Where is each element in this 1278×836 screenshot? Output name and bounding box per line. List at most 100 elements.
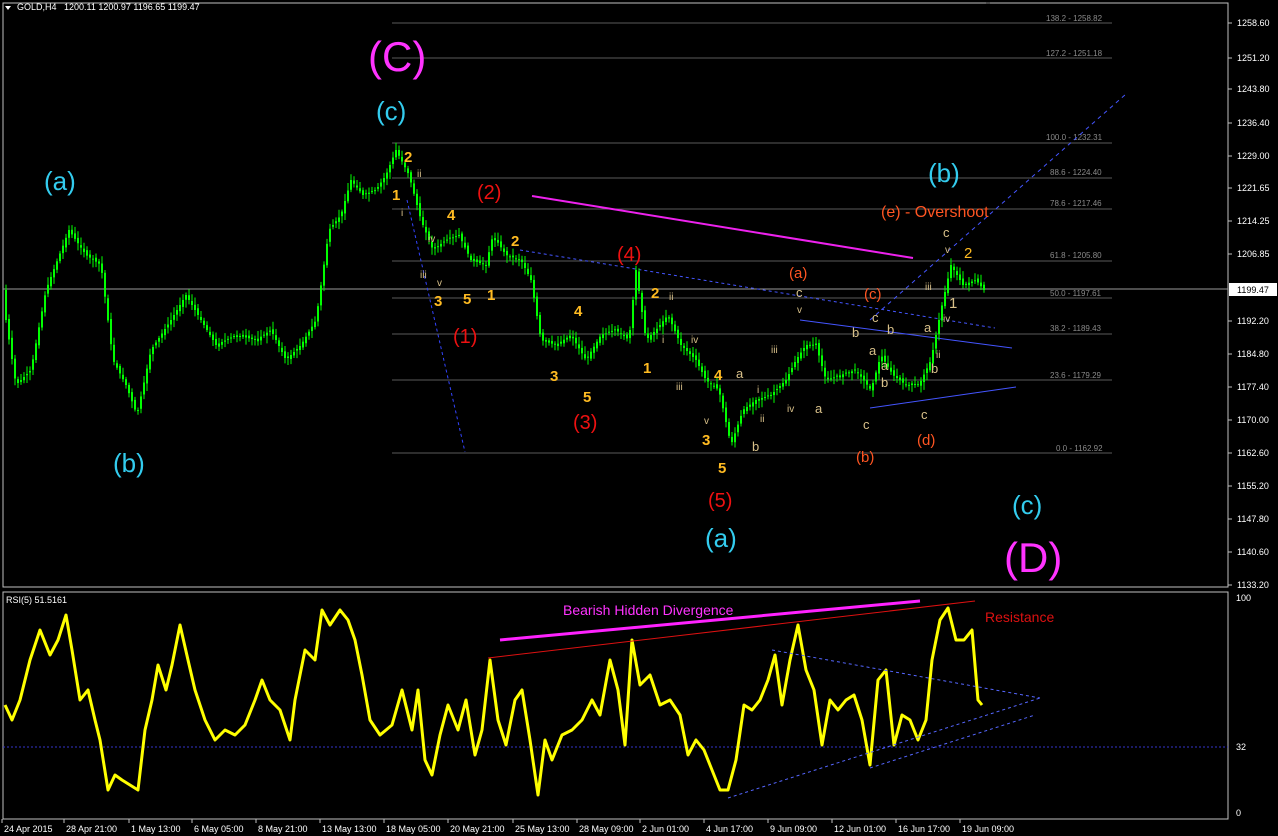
candle-body xyxy=(872,383,874,391)
candle-body xyxy=(299,346,301,351)
candle-body xyxy=(674,324,676,332)
candle-body xyxy=(587,356,589,358)
candle-body xyxy=(623,334,625,337)
wave-num: 4 xyxy=(714,367,723,384)
rsi-axis-100: 100 xyxy=(1236,593,1251,603)
wave-letter: c xyxy=(921,407,928,422)
candle-body xyxy=(452,237,454,239)
candle-body xyxy=(5,289,7,320)
candle-body xyxy=(209,331,211,335)
wave-orange-a: (a) xyxy=(789,265,807,282)
magenta-trendline[interactable] xyxy=(531,195,914,259)
candle-body xyxy=(971,281,973,284)
candle-body xyxy=(962,278,964,285)
candle-body xyxy=(296,349,298,351)
candle-body xyxy=(302,341,304,348)
wave-roman: ii xyxy=(669,292,673,303)
candle-body xyxy=(458,235,460,236)
fib-label-88: 88.6 - 1224.40 xyxy=(1050,168,1102,177)
candle-body xyxy=(842,374,844,378)
candle-body xyxy=(125,379,127,385)
candle-body xyxy=(857,372,859,374)
candle-body xyxy=(167,324,169,328)
wave-num: 5 xyxy=(463,291,471,308)
candle-body xyxy=(356,185,358,188)
candle-body xyxy=(170,320,172,325)
wave-cyan-a1: (a) xyxy=(44,166,76,196)
price-tick-label: 1251.20 xyxy=(1237,53,1270,63)
candle-body xyxy=(659,325,661,328)
triangle-lower-line[interactable] xyxy=(869,386,1017,409)
candle-body xyxy=(281,347,283,352)
candle-body xyxy=(839,375,841,378)
time-tick-label: 13 May 13:00 xyxy=(322,824,377,834)
candle-body xyxy=(812,344,814,346)
candle-body xyxy=(530,275,532,280)
price-tick-label: 1221.65 xyxy=(1237,183,1270,193)
fib-label-50: 50.0 - 1197.61 xyxy=(1050,289,1102,298)
candle-body xyxy=(29,371,31,373)
candle-body xyxy=(950,265,952,279)
price-tick-label: 1162.60 xyxy=(1237,448,1269,458)
candle-body xyxy=(293,352,295,356)
wave-letter: a xyxy=(736,366,744,381)
candle-body xyxy=(446,239,448,241)
wave-roman: iv xyxy=(787,404,794,415)
wave-red-3: (3) xyxy=(573,412,597,434)
wave-letter: a xyxy=(815,401,823,416)
candle-body xyxy=(824,367,826,377)
wave-roman: iv xyxy=(428,234,435,245)
candle-body xyxy=(260,336,262,341)
time-tick-label: 8 May 21:00 xyxy=(258,824,308,834)
candle-body xyxy=(38,327,40,346)
price-tick-label: 1155.20 xyxy=(1237,481,1269,491)
wave-roman: iii xyxy=(676,382,683,393)
candle-body xyxy=(926,368,928,374)
candle-body xyxy=(95,257,97,262)
candle-body xyxy=(665,317,667,322)
candle-body xyxy=(389,165,391,173)
candle-body xyxy=(617,328,619,332)
candle-body xyxy=(182,300,184,307)
candle-body xyxy=(470,255,472,260)
triangle-down-icon[interactable] xyxy=(5,6,11,10)
candle-body xyxy=(143,382,145,395)
candle-body xyxy=(590,351,592,359)
wave-roman: v xyxy=(437,278,442,289)
candle-body xyxy=(788,374,790,381)
candle-body xyxy=(845,372,847,374)
candle-body xyxy=(728,422,730,436)
candle-body xyxy=(707,377,709,382)
candle-body xyxy=(32,359,34,370)
wave-roman: iv xyxy=(691,335,698,346)
wave-letter: b xyxy=(881,375,888,390)
wave-cyan-b2: (b) xyxy=(928,158,960,188)
wave-num: 3 xyxy=(702,432,710,449)
candle-body xyxy=(935,335,937,349)
candle-body xyxy=(692,353,694,357)
candle-body xyxy=(47,284,49,294)
candle-body xyxy=(512,255,514,258)
candle-body xyxy=(635,270,637,300)
candle-body xyxy=(323,264,325,286)
candle-body xyxy=(662,321,664,327)
time-tick-label: 20 May 21:00 xyxy=(450,824,505,834)
price-tick-label: 1147.80 xyxy=(1237,514,1269,524)
candle-body xyxy=(140,396,142,409)
candle-body xyxy=(230,337,232,339)
candle-body xyxy=(251,337,253,339)
candle-body xyxy=(542,332,544,341)
candle-body xyxy=(776,389,778,391)
candle-body xyxy=(521,259,523,262)
candle-body xyxy=(719,388,721,395)
candle-body xyxy=(233,336,235,337)
candle-body xyxy=(698,359,700,366)
candle-body xyxy=(545,340,547,342)
candle-body xyxy=(686,348,688,351)
candle-body xyxy=(377,187,379,189)
candle-body xyxy=(725,407,727,423)
chart-canvas[interactable]: GOLD,H4 1200.11 1200.97 1196.65 1199.47 … xyxy=(0,0,1278,836)
price-axis: 1258.60 1251.20 1243.80 1236.40 1229.00 1221.… xyxy=(1228,18,1270,590)
wave-num: 2 xyxy=(404,149,412,166)
candle-body xyxy=(239,336,241,337)
